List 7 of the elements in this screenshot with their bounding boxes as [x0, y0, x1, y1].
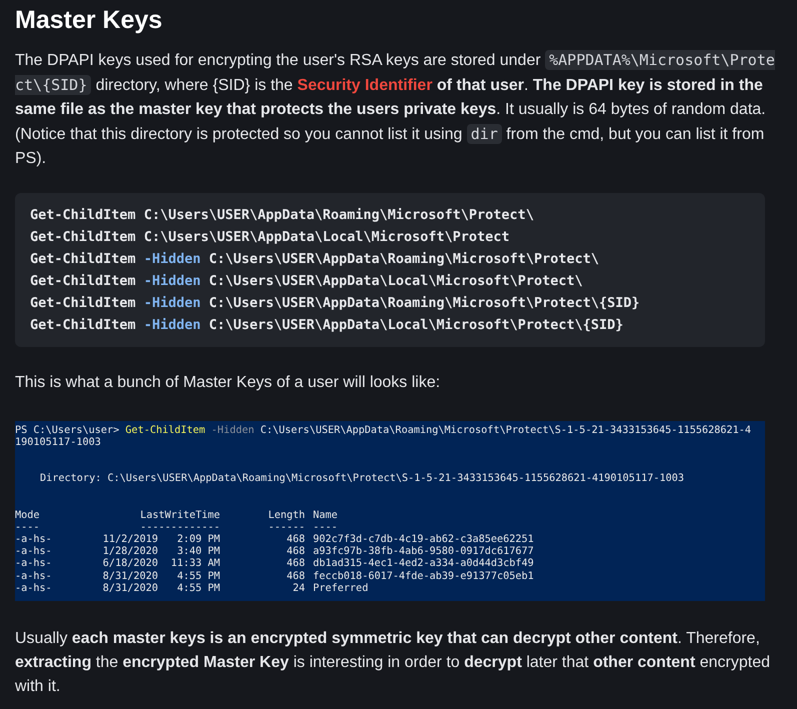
link[interactable]: Security Identifier [297, 77, 432, 94]
caption: This is what a bunch of Master Keys of a user will looks like: [15, 373, 442, 393]
paragraph: The DPAPI keys used for encrypting the user's RSA keys are stored under %APPDATA%\Microsoft\Protect\{SID} directory, where {SID} is the Security Identifier of that user. The DPAPI key is stored in the same file as the master key that protects the users private keys. It usually is 64 bytes of random data. (Notice that this directory is protected so you cannot list it using dir from the cmd, but you can list it from PS). [15, 49, 776, 169]
paragraph: Usually each master keys is an encrypted symmetric key that can decrypt other content. Therefore, extracting the encrypted Master Key is interesting in order to decrypt later that other content encrypted with it. [15, 629, 771, 697]
section-heading: Master Keys [15, 5, 164, 36]
code-block: Get-ChildItem C:\Users\USER\AppData\Roaming\Microsoft\Protect\ Get-ChildItem C:\Users\USER\AppData\Local\Microsoft\Protect Get-ChildItem -Hidden C:\Users\USER\AppData\Roaming\Microsoft\Protect\ Get-ChildItem -Hidden C:\Users\USER\AppData\Local\Microsoft\Protect\ Get-ChildItem -Hidden C:\Users\USER\AppData\Roaming\Microsoft\Protect\{SID} Get-ChildItem -Hidden C:\Users\USER\AppData\Local\Microsoft\Protect\{SID} [15, 193, 765, 347]
terminal-screenshot: PS C:\Users\user> Get-ChildItem -Hidden C:\Users\USER\AppData\Roaming\Microsoft\Protect\S-1-5-21-3433153645-1155628621-4 190105117-1003 Directory: C:\Users\USER\AppData\Roaming\Microsoft\Protect\S-1-5-21-3433153645-1155628621-4190105117-1003 Mode LastWriteTime Length Name ---- ------------- ------ ---- -a-hs- 11/2/2019 2:09 PM 468 902c7f3d-c7db-4c19-ab62-c3a85ee62251 -a-hs- 1/28/2020 3:40 PM 468 a93fc97b-38fb-4ab6-9580-0917dc617677 -a-hs- 6/18/2020 11:33 AM 468 db1ad315-4ec1-4ed2-a334-a0d44d3cbf49 -a-hs- 8/31/2020 4:55 PM 468 feccb018-6017-4fde-ab39-e91377c05eb1 -a-hs- 8/31/2020 4:55 PM 24 Preferred [15, 421, 765, 601]
